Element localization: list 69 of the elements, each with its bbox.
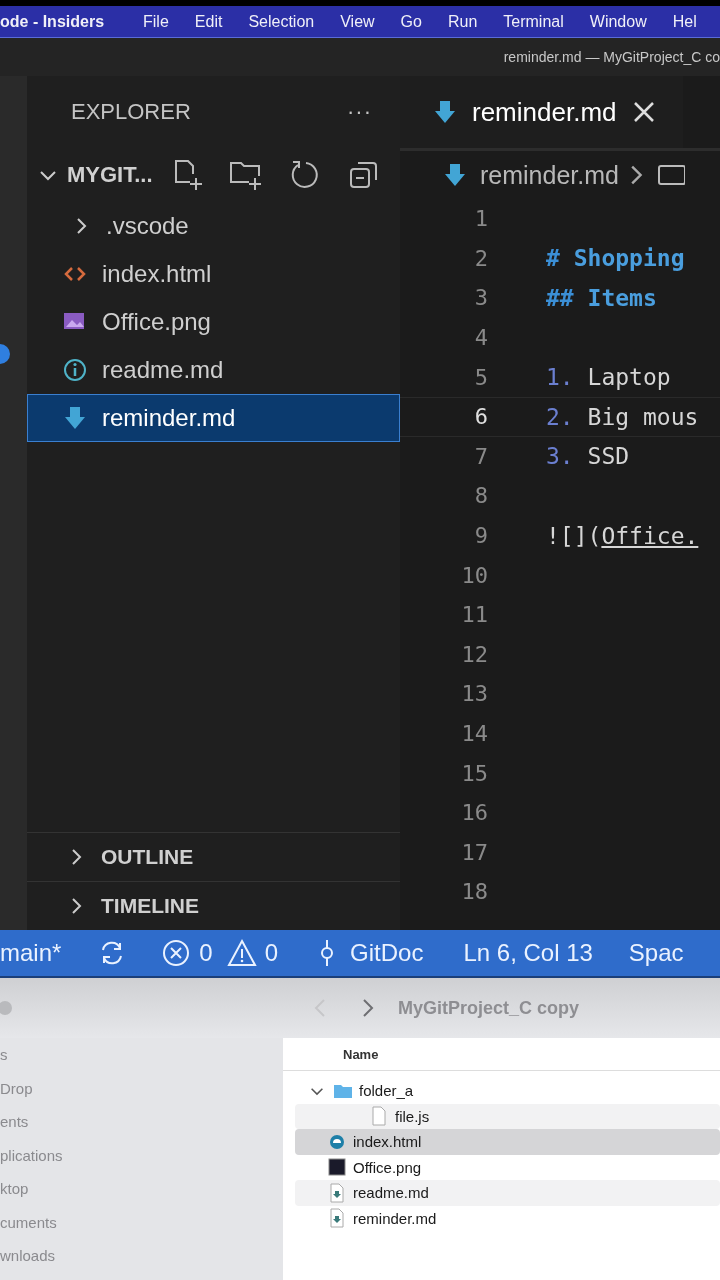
column-header[interactable]: Name: [343, 1046, 379, 1062]
down-arrow-icon: [62, 405, 88, 431]
more-actions-button[interactable]: ···: [347, 99, 372, 125]
menu-item[interactable]: Terminal: [490, 12, 577, 31]
status-item[interactable]: main*: [0, 939, 62, 967]
menu-item[interactable]: Window: [576, 12, 660, 31]
chevron-right-icon: [630, 165, 643, 185]
explorer-title: EXPLORER: [71, 99, 191, 125]
file-row[interactable]: reminder.md: [295, 1205, 720, 1231]
file-row[interactable]: Office.png: [295, 1154, 720, 1180]
explorer-entry[interactable]: reminder.md: [27, 394, 400, 442]
markdown-file-icon: [327, 1182, 347, 1203]
finder-title: MyGitProject_C copy: [398, 997, 580, 1019]
line-number: 18: [460, 879, 488, 905]
line-number: 17: [460, 839, 488, 865]
menu-item[interactable]: File: [130, 12, 182, 31]
line-number: 10: [460, 562, 488, 588]
explorer-entry[interactable]: readme.md: [27, 346, 400, 394]
menu-item[interactable]: Hel: [659, 12, 710, 31]
down-arrow-icon: [432, 99, 458, 125]
line-number: 12: [460, 641, 488, 667]
menu-item[interactable]: View: [327, 12, 388, 31]
explorer-entry[interactable]: Office.png: [27, 298, 400, 346]
code-line: 3. SSD: [546, 443, 630, 470]
folder-label[interactable]: MYGIT...: [67, 162, 164, 188]
info-icon: [62, 357, 88, 383]
line-number: 6: [473, 404, 488, 430]
status-item[interactable]: Ln 6, Col 13: [463, 939, 593, 967]
image-thumbnail-icon: [327, 1157, 347, 1178]
line-number: 15: [460, 760, 488, 786]
menu-item[interactable]: Go: [387, 12, 435, 31]
line-number: 7: [473, 443, 488, 469]
explorer-entry[interactable]: index.html: [27, 250, 400, 298]
code-line: # Shopping: [546, 245, 685, 272]
menu-item[interactable]: Selection: [235, 12, 328, 31]
line-number: 1: [473, 206, 488, 232]
menu-item[interactable]: Run: [434, 12, 491, 31]
line-number: 4: [473, 325, 488, 351]
status-item[interactable]: 0: [161, 938, 213, 968]
status-item[interactable]: Spac: [628, 939, 684, 967]
code-line: 2. Big mous: [546, 403, 699, 430]
status-item[interactable]: 0: [226, 938, 279, 968]
file-row[interactable]: file.js: [295, 1103, 720, 1129]
markdown-file-icon: [327, 1208, 347, 1229]
status-item[interactable]: GitDoc: [312, 938, 424, 968]
app-name[interactable]: ode - Insiders: [0, 12, 131, 31]
error-icon: [161, 938, 192, 968]
line-number: 13: [460, 681, 488, 707]
line-number: 11: [460, 602, 488, 628]
line-number: 8: [473, 483, 488, 509]
line-number: 2: [473, 245, 488, 271]
menu-item[interactable]: Edit: [181, 12, 236, 31]
code-line: ![](Office.: [546, 522, 699, 549]
breadcrumb-item[interactable]: reminder.md: [480, 160, 619, 190]
line-number: 5: [473, 364, 488, 390]
file-row[interactable]: readme.md: [295, 1180, 720, 1206]
explorer-entry[interactable]: .vscode: [27, 202, 400, 250]
line-number: 16: [460, 800, 488, 826]
code-line: 1. Laptop: [546, 364, 671, 391]
line-number: 14: [460, 721, 488, 746]
line-number: 9: [473, 523, 488, 549]
code-line: ## Items: [546, 285, 657, 311]
warning-icon: [226, 938, 257, 968]
file-row[interactable]: index.html: [295, 1129, 720, 1155]
down-arrow-icon: [442, 162, 468, 188]
window-title: reminder.md — MyGitProject_C co: [503, 49, 720, 65]
line-number: 3: [473, 285, 488, 311]
document-icon: [369, 1106, 389, 1127]
file-row[interactable]: folder_a: [295, 1078, 720, 1104]
